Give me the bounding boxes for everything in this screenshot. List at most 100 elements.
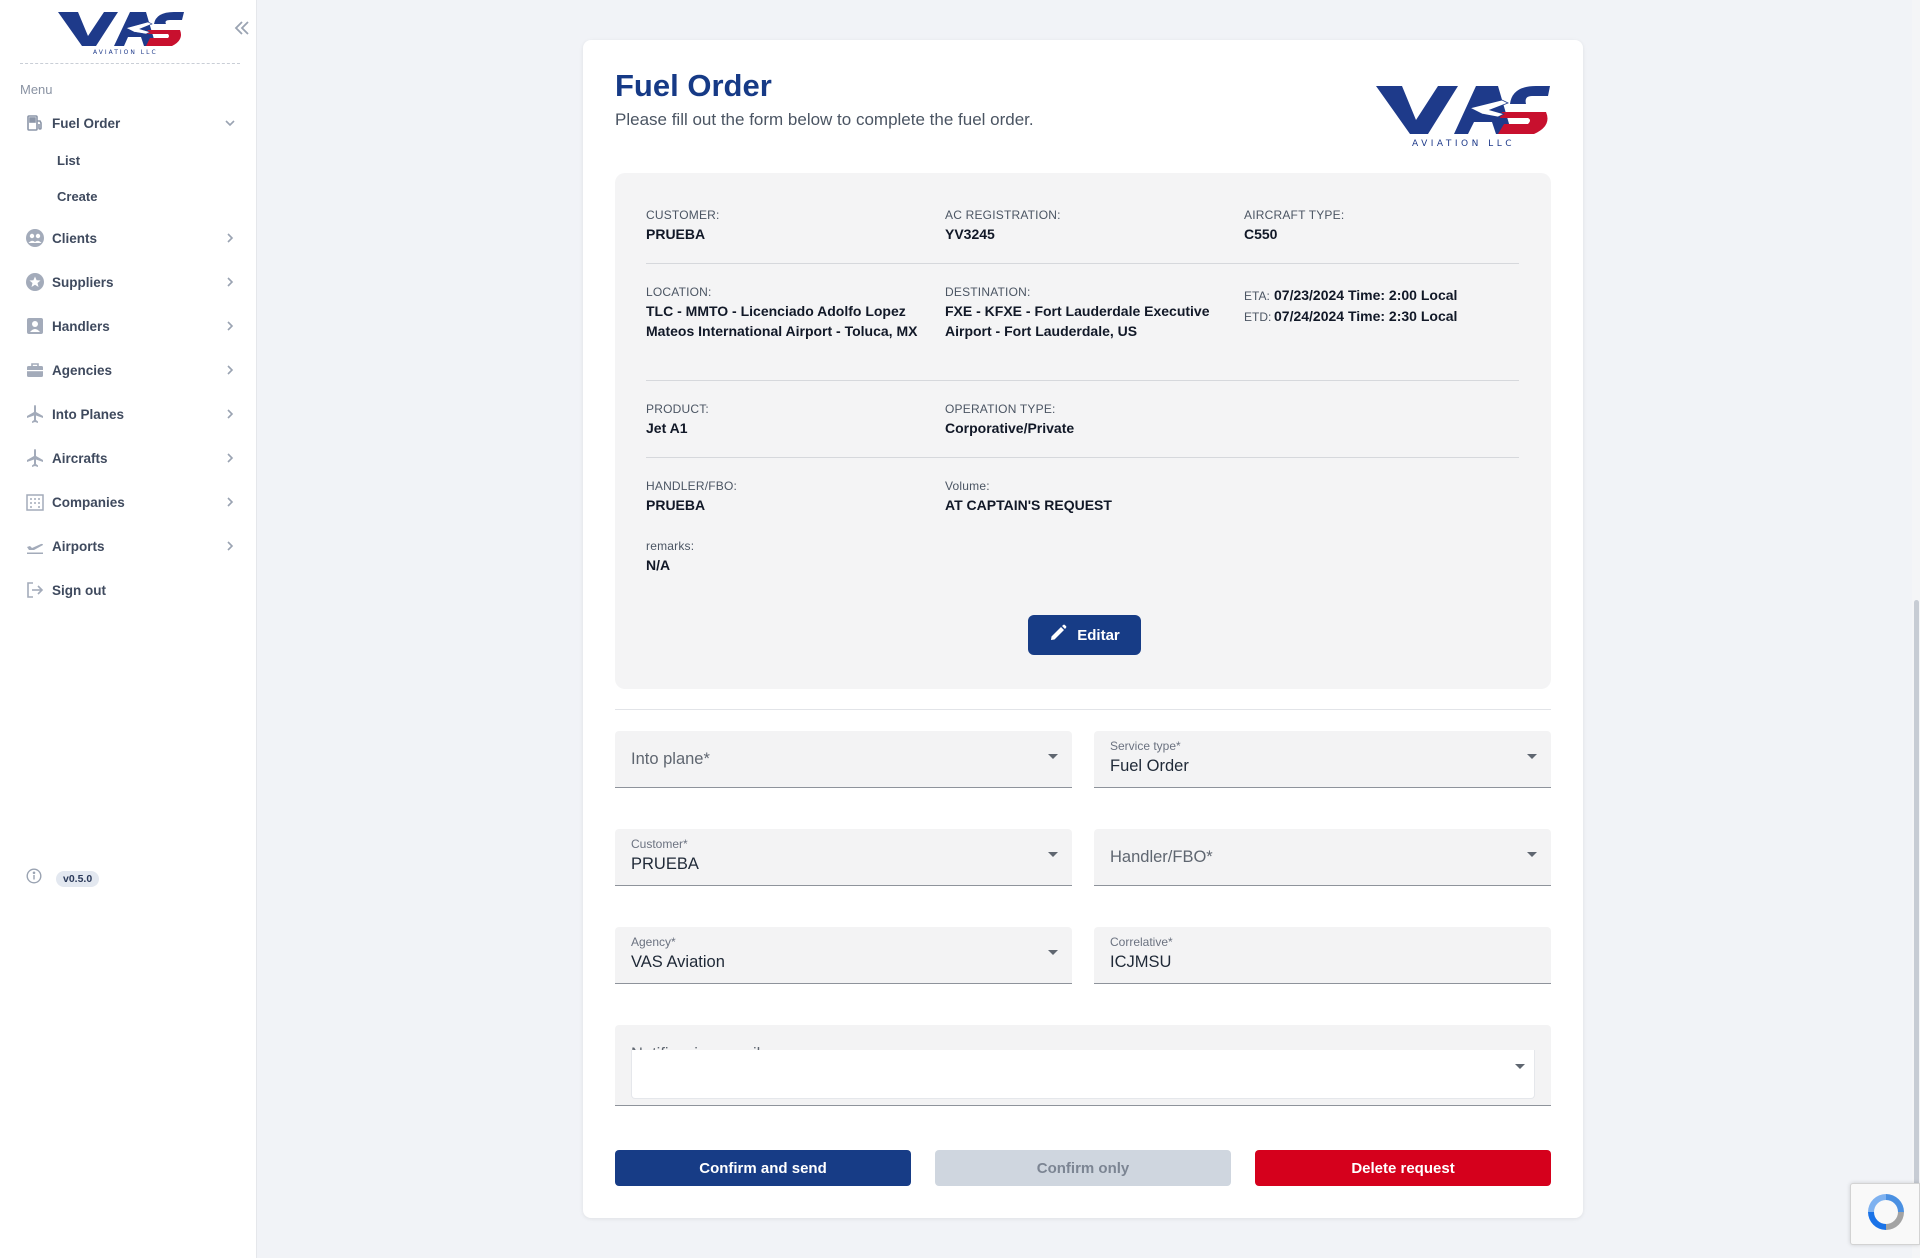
sidebar-item-label: Sign out [52, 582, 106, 598]
sidebar-header: AVIATION LLC [20, 0, 249, 64]
sidebar-item-into-planes[interactable]: Into Planes [20, 397, 240, 431]
version-badge: v0.5.0 [56, 870, 100, 887]
recaptcha-badge [1850, 1183, 1920, 1245]
info-icon [26, 868, 42, 889]
summary-value: N/A [646, 557, 671, 573]
notification-email-select[interactable]: Notificacion email [615, 1025, 1551, 1106]
chevron-right-icon [220, 364, 240, 376]
sidebar-item-sign-out[interactable]: Sign out [20, 573, 240, 607]
summary-value: PRUEBA [646, 226, 706, 242]
divider [646, 380, 1519, 381]
brand-tagline: AVIATION LLC [93, 49, 158, 56]
summary-etd: ETD: 07/24/2024 Time: 2:30 Local [1244, 306, 1457, 327]
etd-value: 07/24/2024 Time: 2:30 Local [1274, 308, 1458, 324]
pencil-icon [1049, 624, 1067, 646]
sidebar-item-agencies[interactable]: Agencies [20, 353, 240, 387]
sidebar-subitem-create[interactable]: Create [57, 189, 97, 204]
chevron-right-icon [220, 232, 240, 244]
summary-value: Jet A1 [646, 420, 688, 436]
summary-volume: Volume: AT CAPTAIN'S REQUEST [945, 479, 1112, 515]
correlative-label: Correlative* [1110, 935, 1173, 949]
summary-customer: CUSTOMER: PRUEBA [646, 208, 720, 244]
sidebar-item-label: Into Planes [52, 406, 125, 422]
sidebar-item-label: Handlers [52, 318, 110, 334]
vas-aviation-logo: AVIATION LLC [1376, 86, 1550, 149]
summary-operation-type: OPERATION TYPE: Corporative/Private [945, 402, 1074, 438]
confirm-and-send-button[interactable]: Confirm and send [615, 1150, 911, 1186]
dropdown-caret-icon [1527, 754, 1537, 759]
summary-label: PRODUCT: [646, 402, 709, 416]
version-info: v0.5.0 [26, 868, 100, 889]
summary-destination: DESTINATION: FXE - KFXE - Fort Lauderdal… [945, 285, 1235, 341]
chevron-right-icon [220, 408, 240, 420]
divider [646, 457, 1519, 458]
sidebar-item-label: Airports [52, 538, 105, 554]
dropdown-caret-icon [1515, 1064, 1525, 1069]
service-type-label: Service type* [1110, 739, 1181, 753]
edit-button[interactable]: Editar [1028, 615, 1141, 655]
fuel-pump-icon [20, 113, 52, 133]
dropdown-caret-icon [1048, 852, 1058, 857]
chevron-right-icon [220, 452, 240, 464]
summary-schedule: ETA: 07/23/2024 Time: 2:00 Local ETD: 07… [1244, 285, 1457, 327]
divider [615, 709, 1551, 710]
sidebar-item-fuel-order[interactable]: Fuel Order [20, 106, 240, 140]
confirm-only-button[interactable]: Confirm only [935, 1150, 1231, 1186]
summary-product: PRODUCT: Jet A1 [646, 402, 709, 438]
correlative-field[interactable]: Correlative* ICJMSU [1094, 927, 1551, 984]
summary-label: DESTINATION: [945, 285, 1031, 299]
customer-value: PRUEBA [631, 855, 699, 873]
summary-label: HANDLER/FBO: [646, 479, 738, 493]
sidebar-item-label: Companies [52, 494, 125, 510]
airplane-icon [20, 448, 52, 468]
sidebar-item-companies[interactable]: Companies [20, 485, 240, 519]
users-icon [20, 228, 52, 248]
chevron-down-icon [220, 117, 240, 129]
delete-request-button[interactable]: Delete request [1255, 1150, 1551, 1186]
summary-label: Volume: [945, 479, 990, 493]
airplane-icon [20, 404, 52, 424]
brand-tagline: AVIATION LLC [1412, 139, 1515, 149]
service-type-select[interactable]: Service type* Fuel Order [1094, 731, 1551, 788]
handler-placeholder: Handler/FBO* [1110, 848, 1213, 866]
page-title: Fuel Order [615, 68, 772, 103]
service-type-value: Fuel Order [1110, 757, 1189, 775]
star-icon [20, 272, 52, 292]
menu-title: Menu [20, 82, 53, 97]
customer-label: Customer* [631, 837, 688, 851]
summary-label: OPERATION TYPE: [945, 402, 1056, 416]
agency-select[interactable]: Agency* VAS Aviation [615, 927, 1072, 984]
into-plane-select[interactable]: Into plane* [615, 731, 1072, 788]
summary-remarks: remarks: N/A [646, 539, 694, 575]
sign-out-icon [20, 580, 52, 600]
summary-value: TLC - MMTO - Licenciado Adolfo Lopez Mat… [646, 303, 918, 339]
handler-select[interactable]: Handler/FBO* [1094, 829, 1551, 886]
into-plane-placeholder: Into plane* [631, 750, 710, 768]
summary-label: AC REGISTRATION: [945, 208, 1061, 222]
sidebar-item-airports[interactable]: Airports [20, 529, 240, 563]
notification-email-input[interactable] [631, 1050, 1535, 1099]
customer-select[interactable]: Customer* PRUEBA [615, 829, 1072, 886]
dropdown-caret-icon [1048, 950, 1058, 955]
dropdown-caret-icon [1527, 852, 1537, 857]
fuel-order-card: Fuel Order Please fill out the form belo… [583, 40, 1583, 1218]
scrollbar-thumb[interactable] [1914, 600, 1919, 1245]
building-icon [20, 492, 52, 512]
sidebar-subitem-list[interactable]: List [57, 153, 80, 168]
summary-label: remarks: [646, 539, 695, 553]
collapse-sidebar-icon[interactable] [232, 18, 252, 38]
id-badge-icon [20, 316, 52, 336]
recaptcha-icon [1868, 1194, 1904, 1230]
agency-value: VAS Aviation [631, 953, 725, 971]
sidebar-item-label: Aircrafts [52, 450, 108, 466]
sidebar-item-aircrafts[interactable]: Aircrafts [20, 441, 240, 475]
briefcase-icon [20, 360, 52, 380]
takeoff-icon [20, 536, 52, 556]
summary-value: C550 [1244, 226, 1278, 242]
sidebar-item-handlers[interactable]: Handlers [20, 309, 240, 343]
page-scrollbar[interactable] [1912, 0, 1920, 1258]
summary-value: Corporative/Private [945, 420, 1075, 436]
sidebar-item-clients[interactable]: Clients [20, 221, 240, 255]
edit-button-label: Editar [1077, 626, 1120, 644]
sidebar-item-suppliers[interactable]: Suppliers [20, 265, 240, 299]
